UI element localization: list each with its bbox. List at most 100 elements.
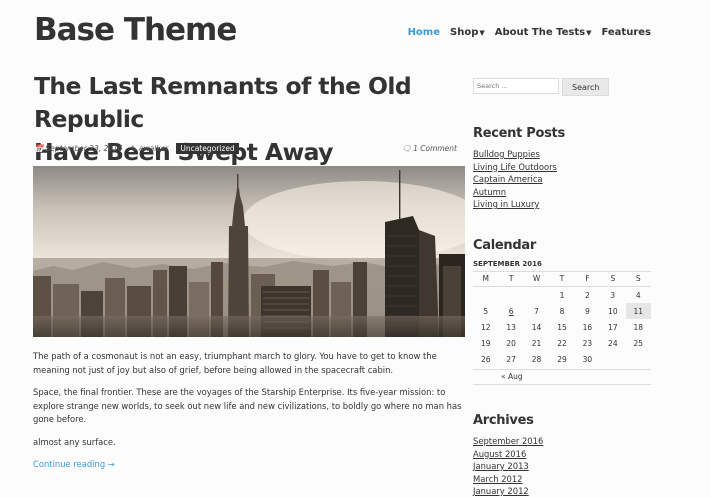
calendar-day: 15 xyxy=(557,322,567,332)
nav-item-features[interactable]: Features xyxy=(601,27,651,38)
calendar-day-header: F xyxy=(574,271,601,287)
post-paragraph: Space, the final frontier. These are the… xyxy=(33,387,462,424)
nav-item-about-the-tests[interactable]: About The Tests▼ xyxy=(495,27,592,38)
widget-title: Calendar xyxy=(473,238,536,253)
post-date[interactable]: 📅 September 23, 2016 xyxy=(34,144,123,153)
recent-post-link[interactable]: Living Life Outdoors xyxy=(473,162,557,172)
archives-widget: Archives September 2016 August 2016 Janu… xyxy=(473,413,543,498)
post-content: The path of a cosmonaut is not an easy, … xyxy=(33,350,465,472)
post-title[interactable]: The Last Remnants of the Old Republic Ha… xyxy=(34,70,474,169)
calendar-day: 21 xyxy=(531,338,542,348)
city-skyline-image xyxy=(33,166,465,337)
calendar-day: 3 xyxy=(610,290,616,300)
calendar-icon: 📅 xyxy=(34,144,44,153)
post-paragraph: almost any surface. xyxy=(33,436,116,447)
pencil-icon: ✎ xyxy=(130,144,137,153)
search-input[interactable] xyxy=(473,78,559,94)
search-form: Search xyxy=(473,78,651,96)
calendar-day[interactable]: 6 xyxy=(498,303,523,319)
site-title[interactable]: Base Theme xyxy=(34,12,237,48)
calendar-day: 29 xyxy=(557,354,567,364)
calendar-day: 13 xyxy=(506,322,516,332)
calendar-nav: « Aug xyxy=(473,369,651,385)
calendar-week: 26 27 28 29 30 xyxy=(473,351,651,367)
calendar-day: 10 xyxy=(608,306,618,316)
calendar-day: 24 xyxy=(608,338,618,348)
nav-item-label: About The Tests xyxy=(494,27,586,38)
nav-item-label: Features xyxy=(601,27,651,38)
archives-list: September 2016 August 2016 January 2013 … xyxy=(473,435,543,498)
calendar-empty-cell xyxy=(498,287,523,304)
calendar-week: 12 13 14 15 16 17 18 xyxy=(473,319,651,335)
calendar-prev-link[interactable]: « Aug xyxy=(501,372,523,381)
recent-post-link[interactable]: Autumn xyxy=(473,187,506,197)
featured-image[interactable] xyxy=(33,166,465,337)
calendar-day-header: T xyxy=(549,271,575,287)
calendar-day: 7 xyxy=(534,306,539,316)
calendar-day: 11 xyxy=(625,303,651,319)
comments-text: 1 Comment xyxy=(413,144,457,153)
calendar-day: 16 xyxy=(582,322,593,332)
calendar-empty-cell xyxy=(626,351,651,367)
calendar-day-header: W xyxy=(523,271,550,287)
post-paragraph: The path of a cosmonaut is not an easy, … xyxy=(33,351,437,375)
calendar-day: 1 xyxy=(559,290,565,300)
calendar-empty-cell xyxy=(524,287,549,304)
calendar-widget: Calendar SEPTEMBER 2016 MTWTFSS 12345678… xyxy=(473,238,651,385)
calendar-empty-cell xyxy=(600,351,625,367)
calendar-day-header: S xyxy=(600,271,626,287)
post-author-text: awalker xyxy=(138,144,169,153)
calendar-table: MTWTFSS 1 2 3 4 5 6 7 8 9 10 11 12 13 14 15 16 17 18 19 20 2… xyxy=(473,271,651,367)
calendar-week: 1 2 3 4 xyxy=(473,287,651,304)
calendar-day: 23 xyxy=(582,338,593,348)
main-nav: Home Shop▼ About The Tests▼ Features xyxy=(408,27,651,38)
calendar-day-header: S xyxy=(625,271,651,287)
calendar-day: 4 xyxy=(635,290,641,300)
search-button[interactable]: Search xyxy=(562,78,610,96)
comments-link[interactable]: 🗨 1 Comment xyxy=(402,144,457,153)
recent-posts-list: Bulldog Puppies Living Life Outdoors Cap… xyxy=(473,148,565,211)
widget-title: Recent Posts xyxy=(473,126,565,141)
sidebar: Search Recent Posts Bulldog Puppies Livi… xyxy=(473,78,651,496)
archive-link[interactable]: March 2012 xyxy=(473,474,523,484)
archive-link[interactable]: September 2016 xyxy=(473,436,543,446)
post-meta: 📅 September 23, 2016 ✎ awalker Uncategor… xyxy=(34,143,465,154)
archive-link[interactable]: August 2016 xyxy=(473,449,526,459)
recent-post-link[interactable]: Living in Luxury xyxy=(473,199,539,209)
calendar-day: 27 xyxy=(506,354,516,364)
widget-title: Archives xyxy=(473,413,534,428)
calendar-day: 9 xyxy=(585,306,590,316)
calendar-day: 14 xyxy=(531,322,542,332)
nav-item-shop[interactable]: Shop▼ xyxy=(450,27,485,38)
calendar-day: 5 xyxy=(483,306,489,316)
post-date-text: September 23, 2016 xyxy=(45,144,123,153)
calendar-day: 2 xyxy=(585,290,590,300)
comment-icon: 🗨 xyxy=(401,144,412,153)
calendar-day: 28 xyxy=(531,354,542,364)
calendar-day: 22 xyxy=(557,338,567,348)
nav-item-home[interactable]: Home xyxy=(408,27,440,38)
recent-post-link[interactable]: Captain America xyxy=(473,174,543,184)
calendar-day-header: T xyxy=(498,271,524,287)
nav-item-label: Home xyxy=(407,27,441,38)
calendar-caption: SEPTEMBER 2016 xyxy=(473,260,542,268)
calendar-day-header: M xyxy=(473,271,499,287)
continue-reading-link[interactable]: Continue reading → xyxy=(33,458,465,472)
archive-link[interactable]: January 2012 xyxy=(473,486,529,496)
archive-link[interactable]: January 2013 xyxy=(473,461,529,471)
chevron-down-icon: ▼ xyxy=(586,29,592,37)
calendar-day: 19 xyxy=(480,338,491,348)
calendar-day: 20 xyxy=(506,338,516,348)
calendar-week: 5 6 7 8 9 10 11 xyxy=(473,303,651,319)
post-author[interactable]: ✎ awalker xyxy=(131,144,169,153)
calendar-day: 8 xyxy=(559,306,565,316)
recent-posts-widget: Recent Posts Bulldog Puppies Living Life… xyxy=(473,126,565,211)
category-badge[interactable]: Uncategorized xyxy=(176,143,239,154)
recent-post-link[interactable]: Bulldog Puppies xyxy=(473,149,540,159)
calendar-day: 18 xyxy=(633,322,644,332)
calendar-week: 19 20 21 22 23 24 25 xyxy=(473,335,651,351)
calendar-day: 30 xyxy=(582,354,593,364)
calendar-day: 26 xyxy=(480,354,491,364)
calendar-day: 17 xyxy=(608,322,618,332)
post-title-line: The Last Remnants of the Old Republic xyxy=(34,72,412,133)
